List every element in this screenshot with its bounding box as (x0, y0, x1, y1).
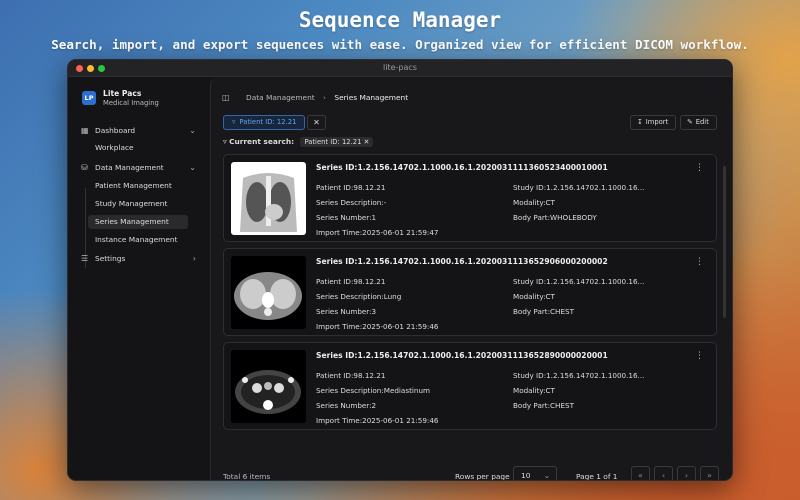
current-search: ▿ Current search: Patient ID: 12.21 ✕ (223, 137, 374, 147)
chevron-left-icon: ‹ (661, 471, 666, 480)
nav-series-management[interactable]: Series Management (88, 215, 188, 229)
series-number: Series Number:3 (316, 307, 377, 316)
total-items: Total 6 items (223, 472, 271, 481)
import-label: Import (645, 118, 669, 126)
patient-id: Patient ID:98.12.21 (316, 371, 386, 380)
nav-settings-label: Settings (95, 254, 126, 263)
series-id: Series ID:1.2.156.14702.1.1000.16.1.2020… (316, 163, 608, 172)
chevron-right-icon: › (192, 254, 196, 263)
download-icon: ↧ (637, 118, 643, 126)
modality: Modality:CT (513, 198, 555, 207)
more-options-icon[interactable]: ⋮ (695, 257, 704, 267)
breadcrumb: Data Management › Series Management (246, 93, 408, 102)
import-time: Import Time:2025-06-01 21:59:46 (316, 416, 439, 425)
chevrons-right-icon: » (707, 471, 712, 480)
series-thumbnail (231, 162, 306, 235)
close-icon[interactable]: ✕ (364, 138, 370, 146)
patient-id: Patient ID:98.12.21 (316, 183, 386, 192)
nav-dashboard[interactable]: ▦ Dashboard ⌄ (78, 124, 200, 138)
current-search-value: Patient ID: 12.21 (304, 138, 362, 146)
database-icon: ⛁ (81, 163, 88, 172)
scrollbar[interactable] (723, 166, 726, 318)
rows-per-page-label: Rows per page (455, 472, 510, 481)
breadcrumb-current: Series Management (334, 93, 409, 102)
body-part: Body Part:CHEST (513, 307, 574, 316)
series-card[interactable]: Series ID:1.2.156.14702.1.1000.16.1.2020… (223, 342, 717, 430)
body-part: Body Part:CHEST (513, 401, 574, 410)
nav-patient-management[interactable]: Patient Management (88, 179, 188, 193)
nav-instance-management[interactable]: Instance Management (88, 233, 188, 247)
nav-settings[interactable]: ☰ Settings › (78, 252, 200, 266)
nav-study-management[interactable]: Study Management (88, 197, 188, 211)
close-icon: ✕ (313, 118, 320, 127)
series-description: Series Description:Lung (316, 292, 402, 301)
main-content: ◫ Data Management › Series Management ▿ P… (210, 78, 732, 480)
edit-label: Edit (695, 118, 709, 126)
filter-chip-label: Patient ID: 12.21 (239, 118, 297, 126)
sidebar: LP Lite Pacs Medical Imaging ▦ Dashboard… (68, 78, 210, 480)
series-number: Series Number:1 (316, 213, 377, 222)
modality: Modality:CT (513, 292, 555, 301)
last-page-button[interactable]: » (700, 466, 719, 480)
patient-id: Patient ID:98.12.21 (316, 277, 386, 286)
rows-per-page-select[interactable]: 10 ⌄ (513, 466, 557, 480)
filter-icon: ▿ (223, 137, 227, 146)
series-card[interactable]: Series ID:1.2.156.14702.1.1000.16.1.2020… (223, 248, 717, 336)
first-page-button[interactable]: « (631, 466, 650, 480)
dashboard-icon: ▦ (81, 126, 89, 135)
nav-workplace[interactable]: Workplace (88, 141, 188, 155)
series-thumbnail (231, 350, 306, 423)
series-description: Series Description:Mediastinum (316, 386, 431, 395)
hero-title: Sequence Manager (298, 8, 502, 32)
window-title: lite-pacs (383, 63, 417, 72)
edit-icon: ✎ (687, 118, 693, 126)
series-card[interactable]: Series ID:1.2.156.14702.1.1000.16.1.2020… (223, 154, 717, 242)
nav-dashboard-label: Dashboard (95, 126, 136, 135)
series-id: Series ID:1.2.156.14702.1.1000.16.1.2020… (316, 351, 608, 360)
import-time: Import Time:2025-06-01 21:59:46 (316, 322, 439, 331)
import-button[interactable]: ↧ Import (630, 115, 676, 130)
import-time: Import Time:2025-06-01 21:59:47 (316, 228, 439, 237)
modality: Modality:CT (513, 386, 555, 395)
edit-button[interactable]: ✎ Edit (680, 115, 717, 130)
filter-icon: ▿ (232, 118, 236, 126)
breadcrumb-separator: › (323, 93, 327, 102)
chevron-down-icon: ⌄ (543, 471, 550, 480)
current-search-label: Current search: (229, 137, 295, 146)
page-indicator: Page 1 of 1 (576, 472, 618, 481)
study-id: Study ID:1.2.156.14702.1.1000.16... (513, 183, 645, 192)
rows-per-page-value: 10 (521, 471, 531, 480)
study-id: Study ID:1.2.156.14702.1.1000.16... (513, 371, 645, 380)
more-options-icon[interactable]: ⋮ (695, 163, 704, 173)
next-page-button[interactable]: › (677, 466, 696, 480)
body-part: Body Part:WHOLEBODY (513, 213, 597, 222)
study-id: Study ID:1.2.156.14702.1.1000.16... (513, 277, 645, 286)
brand-subtitle: Medical Imaging (103, 99, 159, 107)
more-options-icon[interactable]: ⋮ (695, 351, 704, 361)
chevron-down-icon: ⌄ (189, 126, 196, 135)
series-id: Series ID:1.2.156.14702.1.1000.16.1.2020… (316, 257, 608, 266)
filter-chip[interactable]: ▿ Patient ID: 12.21 (223, 115, 305, 130)
app-window: lite-pacs LP Lite Pacs Medical Imaging ▦… (67, 59, 733, 481)
chevrons-left-icon: « (638, 471, 643, 480)
brand-name: Lite Pacs (103, 89, 142, 98)
previous-page-button[interactable]: ‹ (654, 466, 673, 480)
series-description: Series Description:- (316, 198, 387, 207)
toggle-sidebar-icon[interactable]: ◫ (222, 93, 230, 102)
chevron-right-icon: › (684, 471, 689, 480)
sliders-icon: ☰ (81, 254, 89, 263)
chevron-down-icon: ⌄ (189, 163, 196, 172)
title-bar: lite-pacs (68, 60, 732, 77)
breadcrumb-parent[interactable]: Data Management (246, 93, 315, 102)
series-thumbnail (231, 256, 306, 329)
app-logo: LP (82, 91, 96, 105)
nav-data-management-label: Data Management (95, 163, 164, 172)
hero-subtitle: Search, import, and export sequences wit… (51, 37, 749, 52)
nav-data-management[interactable]: ⛁ Data Management ⌄ (78, 161, 200, 175)
clear-filter-button[interactable]: ✕ (307, 115, 326, 130)
series-number: Series Number:2 (316, 401, 377, 410)
current-search-tag[interactable]: Patient ID: 12.21 ✕ (300, 137, 374, 147)
